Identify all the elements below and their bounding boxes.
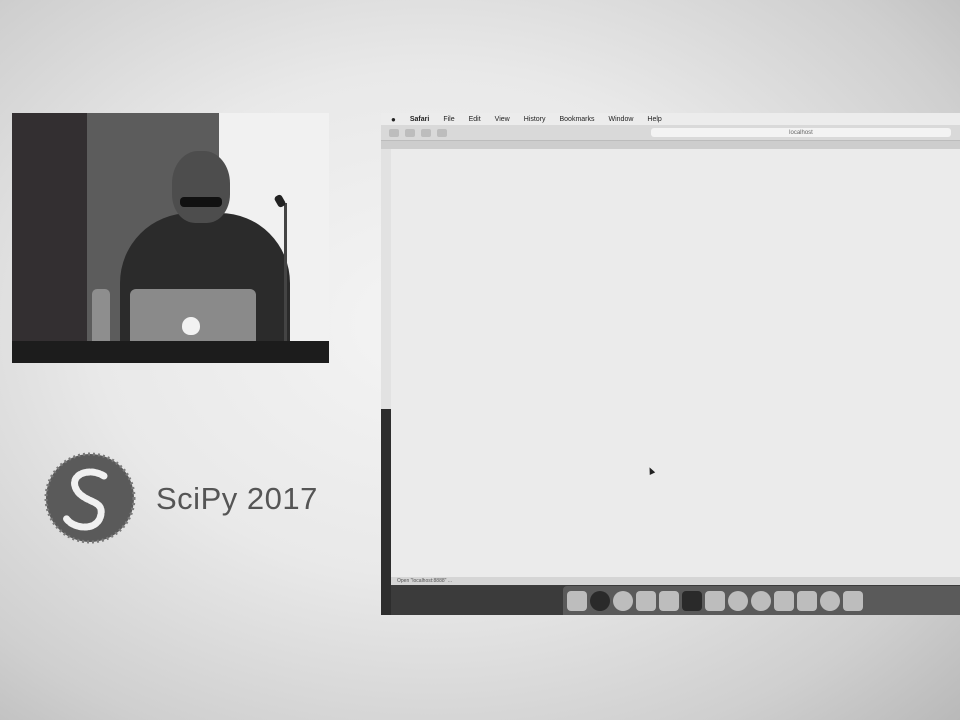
video-background-left [12,113,87,363]
finder-icon[interactable] [567,590,587,611]
browser-content[interactable] [391,149,960,577]
menu-view[interactable]: View [495,116,510,123]
podium [12,341,329,363]
launchpad-icon[interactable] [590,590,610,611]
address-bar[interactable]: localhost [651,128,951,137]
desktop-background [381,409,391,615]
status-bar: Open "localhost:8888" ... [391,577,960,585]
folder-icon[interactable] [820,590,840,611]
menu-edit[interactable]: Edit [469,116,481,123]
scipy-logo-icon [44,452,136,544]
photos-icon[interactable] [774,590,794,611]
share-button[interactable] [437,128,447,137]
mail-icon[interactable] [636,590,656,611]
menu-file[interactable]: File [443,116,454,123]
menu-window[interactable]: Window [609,116,634,123]
notes-icon[interactable] [659,590,679,611]
laptop-apple-icon [182,317,200,335]
browser-toolbar: localhost [381,125,960,141]
forward-button[interactable] [405,128,415,137]
system-preferences-icon[interactable] [751,590,771,611]
water-bottle [92,289,110,349]
speaker-head [172,151,230,223]
menu-bookmarks[interactable]: Bookmarks [559,116,594,123]
speaker-video [12,113,329,363]
menu-bar: ● Safari File Edit View History Bookmark… [381,113,960,125]
mouse-cursor-icon [646,466,656,475]
sidebar-button[interactable] [421,128,431,137]
speaker-glasses [180,197,222,207]
apple-menu-icon[interactable]: ● [391,115,396,124]
preview-icon[interactable] [705,590,725,611]
terminal-icon[interactable] [682,590,702,611]
microphone-stand [284,203,287,353]
browser-frame [381,149,391,409]
menu-app-name[interactable]: Safari [410,116,429,123]
safari-icon[interactable] [613,590,633,611]
menu-help[interactable]: Help [647,116,661,123]
trash-icon[interactable] [843,590,863,611]
dock [563,586,960,615]
conference-title: SciPy 2017 [156,481,318,516]
itunes-icon[interactable] [728,590,748,611]
screen-share: ● Safari File Edit View History Bookmark… [381,113,960,615]
menu-history[interactable]: History [524,116,546,123]
back-button[interactable] [389,128,399,137]
app-store-icon[interactable] [797,590,817,611]
